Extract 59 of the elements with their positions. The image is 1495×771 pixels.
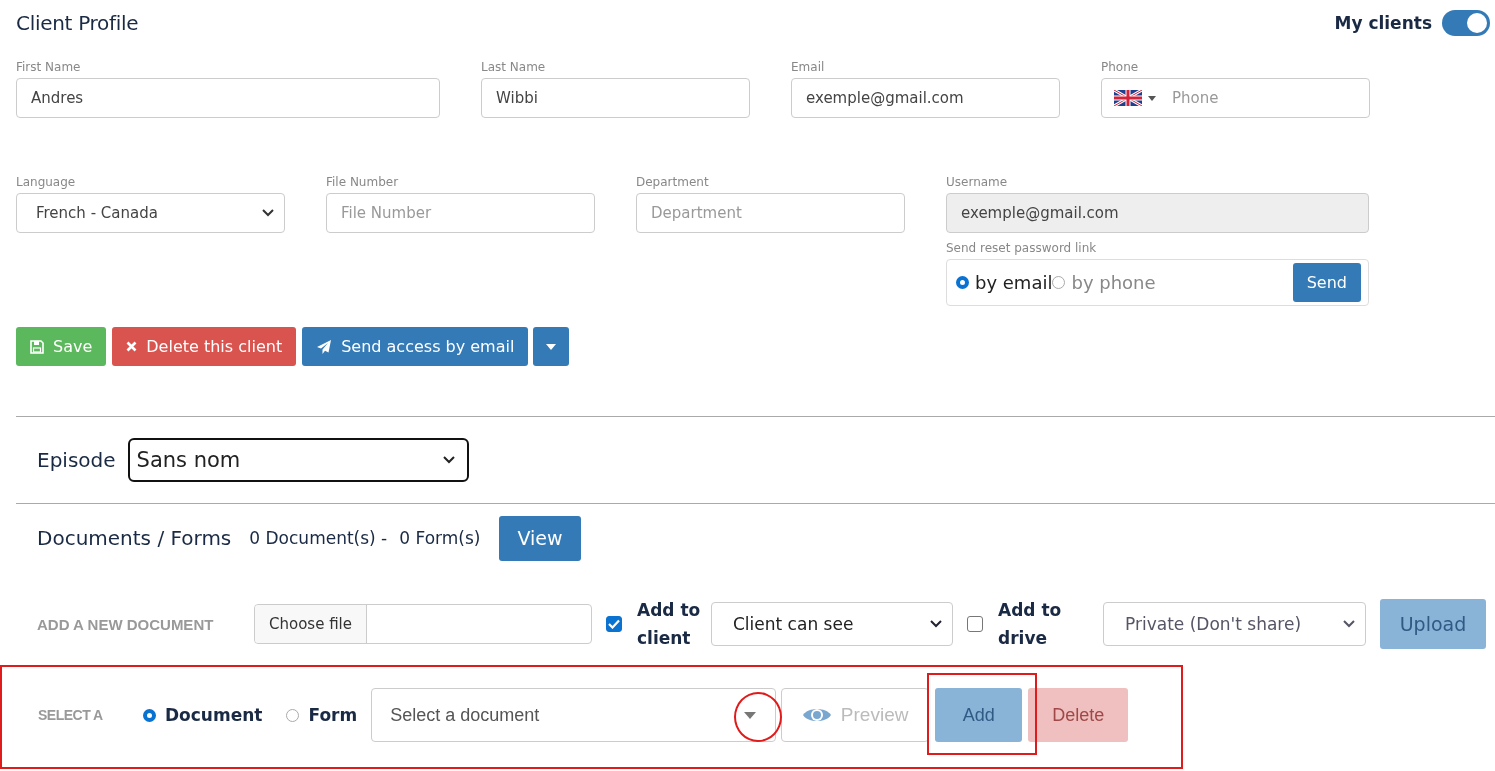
visibility-select[interactable]: Client can see [711, 602, 953, 646]
select-field[interactable]: French - Canada [16, 193, 285, 233]
field-label: File Number [326, 175, 400, 189]
checkbox-label: Add to drive [998, 599, 1063, 650]
caret-icon [744, 711, 757, 719]
field-label: Username [946, 175, 1009, 189]
dropdown-button[interactable] [533, 327, 570, 366]
delete-client-button[interactable]: Delete this client [112, 327, 297, 366]
radio-button[interactable] [956, 276, 969, 289]
field-label: Department [636, 175, 710, 189]
highlight-circle [734, 692, 782, 742]
field-label: First Name [16, 60, 82, 74]
radio-label: by phone [1071, 272, 1156, 293]
page-title: Client Profile [16, 11, 139, 35]
checkbox[interactable] [967, 616, 983, 632]
document-select[interactable]: Select a document [371, 688, 777, 742]
flag-icon [1114, 90, 1142, 106]
radio-button[interactable] [286, 708, 300, 722]
chevron-icon [930, 620, 942, 628]
radio-label: Document [165, 705, 263, 725]
caret-icon [546, 343, 557, 350]
section-label: ADD A NEW DOCUMENT [37, 615, 215, 633]
sharing-select[interactable]: Private (Don't share) [1103, 602, 1366, 646]
document-count: 0 Document(s) - [249, 528, 388, 548]
phone-field[interactable]: Phone [1101, 78, 1370, 118]
input-field[interactable]: exemple@gmail.com [791, 78, 1060, 118]
section-title: Documents / Forms [37, 526, 232, 550]
toggle-label: My clients [1334, 13, 1432, 33]
field-label: Phone [1101, 60, 1140, 74]
toggle-switch[interactable] [1442, 10, 1490, 36]
input-field[interactable]: File Number [326, 193, 595, 233]
field-label: Language [16, 175, 77, 189]
caret-icon [1148, 95, 1156, 101]
send-button[interactable]: Send [1292, 263, 1361, 302]
input-field[interactable]: Wibbi [481, 78, 750, 118]
radio-button[interactable] [1052, 276, 1066, 289]
send-access-button[interactable]: Send access by email [302, 327, 529, 366]
radio-label: Form [308, 705, 358, 725]
field-label: Send reset password link [946, 241, 1098, 255]
file-input[interactable]: Choose file [254, 604, 592, 644]
radio-label: by email [975, 272, 1053, 293]
form-count: 0 Form(s) [399, 528, 481, 548]
input-field[interactable]: Andres [16, 78, 440, 118]
save-button[interactable]: Save [16, 327, 107, 366]
episode-select[interactable]: Sans nom [127, 438, 469, 482]
checkbox[interactable] [606, 616, 622, 632]
section-title: Episode [37, 448, 116, 472]
checkbox-label: Add to client [637, 599, 702, 650]
view-button[interactable]: View [499, 515, 581, 561]
chevron-icon [262, 209, 274, 217]
input-field[interactable]: Department [636, 193, 905, 233]
field-label: Email [791, 60, 826, 74]
paper-plane-icon [316, 338, 333, 355]
chevron-icon [442, 456, 455, 464]
chevron-icon [1343, 620, 1355, 628]
section-label: SELECT A [38, 707, 104, 723]
field-label: Last Name [481, 60, 547, 74]
close-icon [126, 341, 138, 352]
radio-button[interactable] [143, 708, 156, 722]
